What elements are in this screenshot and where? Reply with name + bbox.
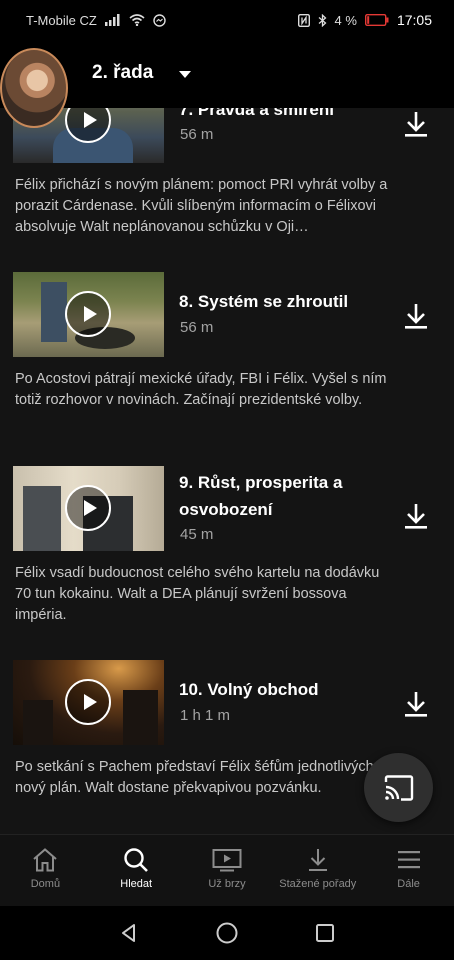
episode-description-text: Po setkání s Pachem představí Félix šéfů… — [15, 759, 395, 796]
carrier-label: T-Mobile CZ — [26, 12, 97, 28]
wifi-icon — [129, 14, 145, 26]
download-icon[interactable] — [400, 300, 432, 332]
cast-button[interactable] — [364, 753, 433, 822]
battery-percent: 4 % — [334, 12, 357, 28]
nav-downloads-label: Stažené pořady — [279, 878, 357, 890]
system-nav — [0, 906, 454, 960]
messenger-icon — [153, 13, 166, 27]
nav-downloads[interactable]: Stažené pořady — [272, 835, 363, 906]
nav-home[interactable]: Domů — [0, 835, 91, 906]
episode-duration: 56 m — [180, 319, 214, 336]
bluetooth-icon — [318, 13, 327, 27]
episode-description: Félix vsadí budoucnost celého svého kart… — [15, 565, 380, 623]
episode-description: Po setkání s Pachem představí Félix šéfů… — [15, 757, 395, 799]
search-icon — [124, 848, 149, 872]
nav-coming-soon-label: Už brzy — [208, 878, 246, 890]
signal-icon — [104, 14, 121, 26]
nav-coming-soon[interactable]: Už brzy — [182, 835, 273, 906]
download-icon[interactable] — [400, 500, 432, 532]
season-selector[interactable]: 2. řada — [92, 62, 192, 84]
episode-title: 9. Růst, prosperita a osvobození — [179, 473, 343, 519]
download-icon — [308, 849, 327, 871]
download-icon[interactable] — [400, 108, 432, 140]
season-label: 2. řada — [92, 62, 154, 83]
home-button-icon[interactable] — [215, 921, 239, 945]
profile-avatar[interactable] — [0, 48, 68, 128]
nav-search[interactable]: Hledat — [91, 835, 182, 906]
chevron-down-icon — [179, 70, 192, 78]
nav-more-label: Dále — [397, 878, 420, 890]
menu-icon — [397, 851, 420, 869]
home-icon — [33, 848, 58, 872]
back-icon[interactable] — [118, 922, 140, 944]
nav-home-label: Domů — [30, 878, 61, 890]
episode-duration: 45 m — [180, 526, 214, 543]
play-icon[interactable] — [65, 485, 111, 531]
nav-search-label: Hledat — [120, 878, 153, 890]
episode-title: 7. Pravda a smíření — [179, 108, 334, 119]
episode-title: 8. Systém se zhroutil — [179, 292, 349, 311]
episode-duration: 1 h 1 m — [180, 707, 231, 724]
episode-title: 10. Volný obchod — [179, 680, 319, 699]
battery-icon — [364, 14, 389, 26]
episode-thumbnail[interactable] — [13, 272, 164, 357]
play-icon[interactable] — [65, 291, 111, 337]
play-icon[interactable] — [65, 679, 111, 725]
download-icon[interactable] — [400, 688, 432, 720]
coming-soon-icon — [212, 849, 242, 872]
app-header: 2. řada — [0, 40, 454, 128]
bottom-nav: Domů Hledat Už brzy Stažené pořady Dále — [0, 834, 454, 906]
cast-icon — [384, 774, 413, 801]
episode-duration: 56 m — [180, 126, 214, 143]
recents-icon[interactable] — [314, 922, 336, 944]
episode-thumbnail[interactable] — [13, 660, 164, 745]
nav-more[interactable]: Dále — [363, 835, 454, 906]
status-bar: T-Mobile CZ 4 % 17:05 — [0, 0, 454, 40]
nfc-icon — [297, 13, 310, 27]
episode-list[interactable]: 7. Pravda a smíření 56 m Félix přichází … — [0, 108, 454, 834]
episode-description: Po Acostovi pátrají mexické úřady, FBI i… — [15, 371, 387, 408]
episode-thumbnail[interactable] — [13, 466, 164, 551]
episode-description: Félix přichází s novým plánem: pomoct PR… — [15, 177, 388, 235]
clock: 17:05 — [396, 12, 432, 28]
